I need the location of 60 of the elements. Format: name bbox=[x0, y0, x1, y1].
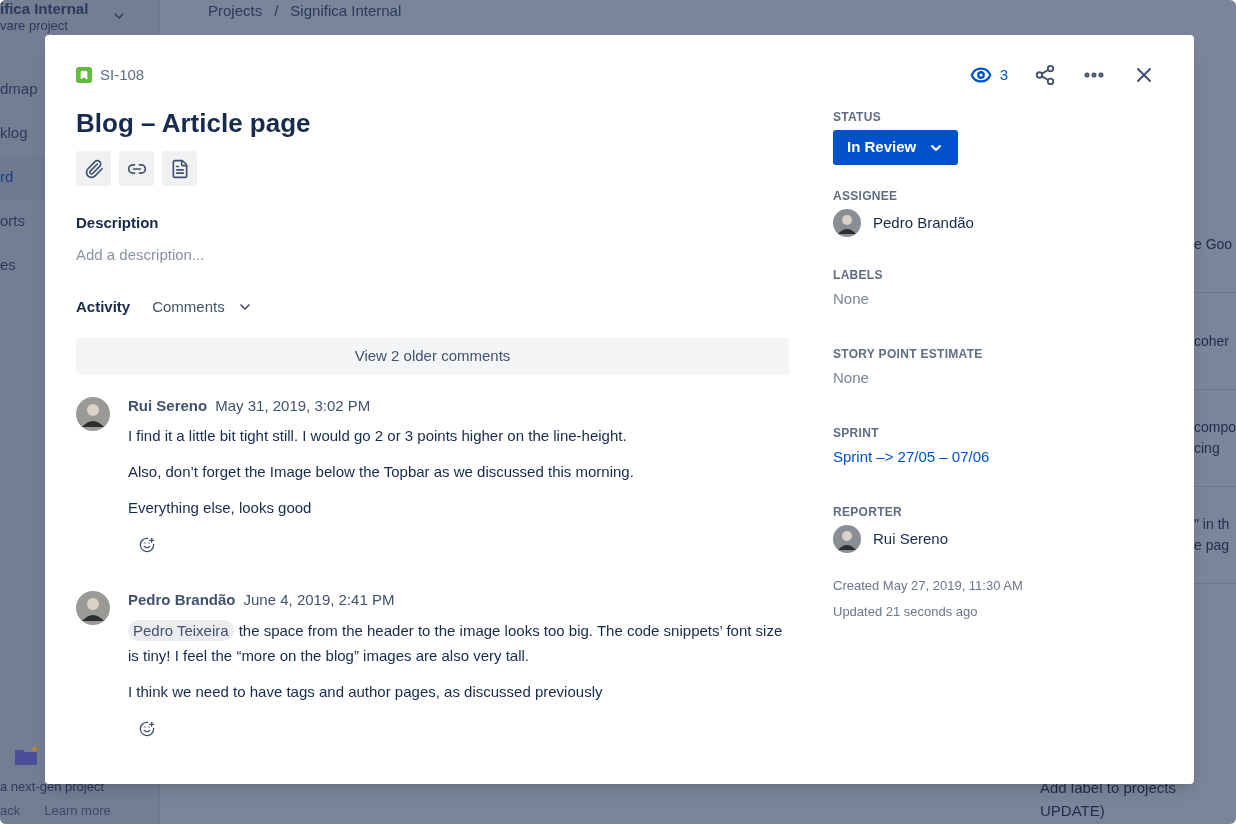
card-text: cing bbox=[1194, 439, 1221, 458]
field-label: SPRINT bbox=[833, 425, 880, 442]
comment-text: I think we need to have tags and author pages, as discussed previously bbox=[128, 681, 604, 702]
field-value: None bbox=[833, 289, 870, 309]
card-text: e Goo bbox=[1194, 234, 1234, 254]
comment-author: Rui Sereno bbox=[128, 395, 208, 416]
field-label: LABELS bbox=[833, 267, 884, 284]
comments-filter[interactable]: Comments bbox=[152, 296, 253, 319]
comment-text: Everything else, looks good bbox=[128, 498, 313, 518]
card-text: e pag bbox=[1194, 536, 1231, 555]
section-heading: Activity bbox=[76, 297, 131, 317]
mention-tag[interactable]: Pedro Teixeira bbox=[128, 619, 234, 641]
share-icon[interactable] bbox=[1034, 64, 1056, 86]
paperclip-icon bbox=[83, 158, 104, 179]
card-text: compo bbox=[1194, 418, 1236, 437]
card-text: coher bbox=[1194, 331, 1231, 351]
avatar bbox=[833, 525, 861, 553]
created-date: Created May 27, 2019, 11:30 AM bbox=[833, 577, 1024, 595]
comment-time: May 31, 2019, 3:02 PM bbox=[215, 395, 371, 416]
avatar bbox=[76, 591, 110, 625]
avatar bbox=[76, 396, 110, 431]
page-button[interactable] bbox=[162, 151, 197, 186]
status-dropdown[interactable]: In Review bbox=[833, 130, 959, 165]
comment-time: June 4, 2019, 2:41 PM bbox=[243, 590, 395, 610]
issue-key[interactable]: SI-108 bbox=[100, 63, 145, 87]
field-label: REPORTER bbox=[833, 504, 904, 521]
card-text: UPDATE) bbox=[1040, 800, 1106, 821]
breadcrumb-separator: / bbox=[274, 1, 279, 21]
attach-button[interactable] bbox=[76, 151, 111, 186]
sprint-link[interactable]: Sprint –> 27/05 – 07/06 bbox=[833, 446, 1156, 469]
field-value: None bbox=[833, 368, 870, 388]
add-reaction-icon[interactable] bbox=[139, 537, 155, 553]
folder-icon bbox=[14, 744, 40, 767]
promo-link[interactable]: Learn more bbox=[44, 800, 111, 820]
project-type: vare project bbox=[0, 18, 69, 33]
section-heading: Description bbox=[76, 213, 160, 233]
description-field[interactable]: Add a description... bbox=[76, 243, 789, 266]
field-label: STORY POINT ESTIMATE bbox=[833, 346, 984, 363]
avatar bbox=[833, 209, 861, 237]
comment-author: Pedro Brandão bbox=[128, 590, 236, 610]
field-label: ASSIGNEE bbox=[833, 188, 899, 205]
field-label: STATUS bbox=[833, 109, 883, 126]
story-icon bbox=[76, 67, 92, 83]
promo-link[interactable]: ack bbox=[0, 800, 21, 820]
comment-text: Pedro Teixeira the space from the header to the image looks too big. The code snippets’ font size is tiny! I feel the “more on the blog” images are also very tall. bbox=[128, 618, 784, 666]
comment-text: Also, don’t forget the Image below the Topbar as we discussed this morning. bbox=[128, 462, 635, 482]
promo-title: a next-gen project bbox=[0, 778, 106, 795]
breadcrumb-link[interactable]: Projects bbox=[208, 0, 263, 23]
add-reaction-icon[interactable] bbox=[139, 720, 155, 737]
older-comments-button[interactable]: View 2 older comments bbox=[76, 337, 789, 375]
breadcrumb-link[interactable]: Significa Internal bbox=[290, 0, 402, 23]
project-name: ifica Internal bbox=[0, 0, 89, 18]
comment-text: I find it a little bit tight still. I would go 2 or 3 points higher on the line-height. bbox=[128, 426, 628, 446]
link-button[interactable] bbox=[119, 151, 154, 186]
card-text: " in th bbox=[1194, 515, 1231, 534]
user-name: Rui Sereno bbox=[873, 528, 949, 549]
issue-title: Blog – Article page bbox=[76, 107, 312, 139]
updated-date: Updated 21 seconds ago bbox=[833, 602, 979, 621]
user-name: Pedro Brandão bbox=[873, 212, 974, 233]
watchers-button[interactable]: 3 bbox=[969, 63, 1008, 87]
